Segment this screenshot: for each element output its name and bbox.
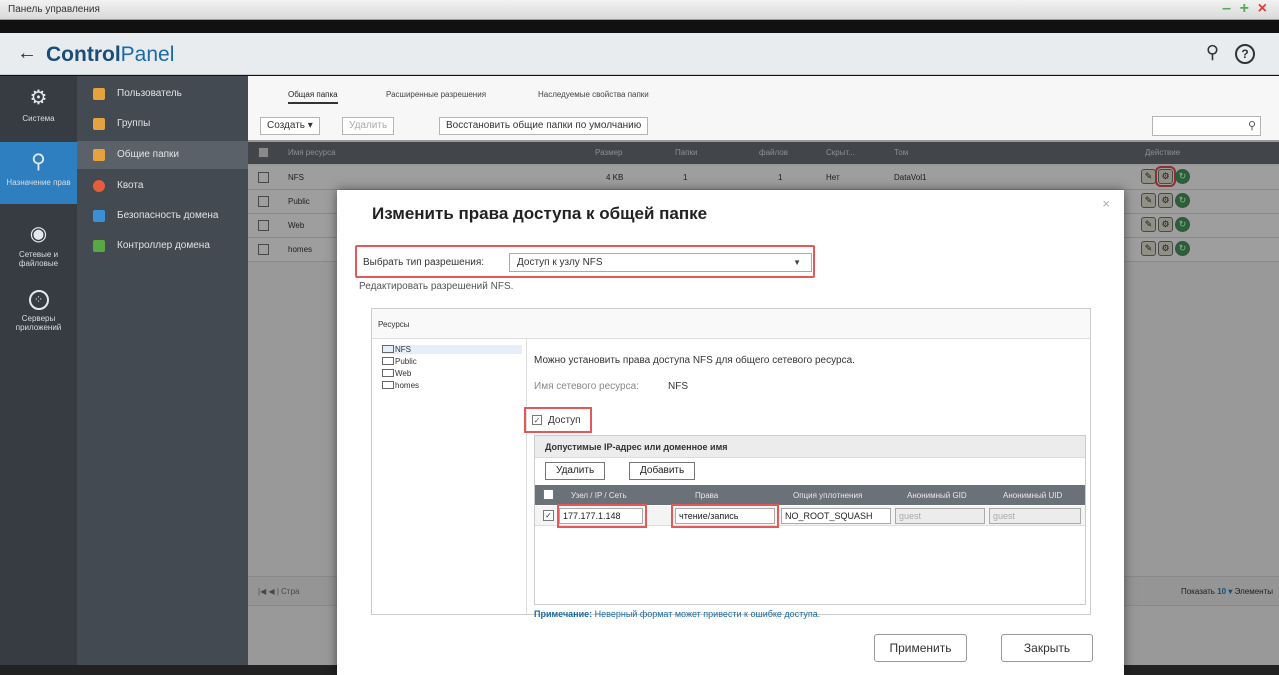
- note-text: Примечание: Неверный формат может привес…: [534, 609, 821, 619]
- restore-defaults-button[interactable]: Восстановить общие папки по умолчанию: [439, 117, 649, 135]
- highlight-ip: [557, 504, 647, 528]
- close-icon[interactable]: ×: [1102, 196, 1110, 211]
- nav-app-servers[interactable]: ⁘ Серверы приложений: [0, 290, 77, 346]
- tab-bar: Общая папка Расширенные разрешения Насле…: [248, 76, 1279, 104]
- help-icon[interactable]: ?: [1235, 44, 1255, 64]
- tree-item[interactable]: NFS: [382, 345, 522, 354]
- host-row-checkbox[interactable]: ✓: [543, 510, 554, 521]
- window-titlebar: Панель управления – + ×: [0, 0, 1279, 20]
- window-title: Панель управления: [8, 4, 100, 15]
- subnav-label: Общие папки: [117, 149, 180, 160]
- user-icon: [93, 88, 105, 100]
- app-brand: ControlPanel: [46, 43, 175, 66]
- apply-button[interactable]: Применить: [874, 634, 967, 662]
- nav-label: Система: [22, 114, 55, 123]
- col-squash: Опция уплотнения: [793, 491, 863, 500]
- nav-privileges[interactable]: ⚲ Назначение прав: [0, 142, 77, 204]
- nav-label: Назначение прав: [6, 178, 71, 187]
- delete-button[interactable]: Удалить: [342, 117, 395, 135]
- nav-network-files[interactable]: ◉ Сетевые и файловые: [0, 222, 77, 278]
- toolbar: Создать ▾ Удалить Восстановить общие пап…: [248, 110, 1279, 138]
- access-label: Доступ: [548, 415, 581, 426]
- subnav-quota[interactable]: Квота: [77, 172, 248, 200]
- resources-panel: Ресурсы NFS Public Web homes Можно устан…: [371, 308, 1091, 619]
- group-icon: [93, 118, 105, 130]
- search-input[interactable]: ⚲: [1152, 116, 1261, 136]
- share-name-value: NFS: [668, 381, 688, 392]
- tree-item[interactable]: Web: [382, 369, 411, 378]
- subnav-label: Квота: [117, 180, 144, 191]
- allowed-ip-header: Допустимые IP-адрес или доменное имя: [535, 436, 1085, 458]
- edit-note: Редактировать разрешений NFS.: [359, 281, 514, 292]
- permission-type-row: Выбрать тип разрешения: Доступ к узлу NF…: [355, 245, 815, 278]
- folder-icon: [93, 149, 105, 161]
- chevron-down-icon: ▼: [793, 258, 801, 267]
- nav-system[interactable]: ⚙ Система: [0, 86, 77, 136]
- user-icon: ⚲: [31, 151, 46, 173]
- add-host-button[interactable]: Добавить: [629, 462, 696, 480]
- subnav-label: Безопасность домена: [117, 210, 219, 221]
- create-button[interactable]: Создать ▾: [260, 117, 320, 135]
- col-host: Узел / IP / Сеть: [571, 491, 627, 500]
- tab-advanced-permissions[interactable]: Расширенные разрешения: [386, 90, 486, 99]
- dialog-title: Изменить права доступа к общей папке: [372, 204, 708, 223]
- subnav-label: Пользователь: [117, 88, 182, 99]
- resources-header: Ресурсы: [372, 309, 1090, 339]
- domain-security-icon: [93, 210, 105, 222]
- folder-icon: [382, 369, 394, 377]
- col-anon-uid: Анонимный UID: [1003, 491, 1063, 500]
- permission-type-label: Выбрать тип разрешения:: [363, 257, 485, 268]
- close-window-icon[interactable]: ×: [1258, 1, 1267, 17]
- gear-icon: ⚙: [29, 87, 48, 109]
- folder-icon: [382, 381, 394, 389]
- hosts-table-header: Узел / IP / Сеть Права Опция уплотнения …: [535, 485, 1085, 505]
- tab-shared-folder[interactable]: Общая папка: [288, 90, 338, 104]
- highlight-rights: [671, 504, 779, 528]
- resource-properties: Можно установить права доступа NFS для о…: [524, 339, 1090, 619]
- anon-gid-field[interactable]: guest: [895, 508, 985, 524]
- globe-icon: ◉: [29, 223, 48, 245]
- tab-inherited-properties[interactable]: Наследуемые свойства папки: [538, 90, 649, 99]
- resource-tree: NFS Public Web homes: [372, 339, 527, 614]
- subnav-shared-folders[interactable]: Общие папки: [77, 141, 248, 169]
- delete-host-button[interactable]: Удалить: [545, 462, 606, 480]
- subnav-domain-security[interactable]: Безопасность домена: [77, 202, 248, 230]
- nav-label: Сетевые и файловые: [18, 250, 59, 268]
- apps-icon: ⁘: [28, 290, 49, 310]
- folder-icon: [382, 357, 394, 365]
- col-rights: Права: [695, 491, 719, 500]
- search-icon[interactable]: ⚲: [1206, 42, 1219, 63]
- folder-icon: [382, 345, 394, 353]
- quota-icon: [93, 180, 105, 192]
- permission-type-select[interactable]: Доступ к узлу NFS ▼: [509, 253, 812, 272]
- app-header: ← ControlPanel ⚲ ?: [0, 33, 1279, 75]
- main-nav: ⚙ Система ⚲ Назначение прав ◉ Сетевые и …: [0, 76, 77, 675]
- search-icon: ⚲: [1247, 120, 1256, 132]
- close-button[interactable]: Закрыть: [1001, 634, 1093, 662]
- subnav-label: Группы: [117, 118, 151, 129]
- back-arrow-icon[interactable]: ←: [17, 42, 37, 65]
- subnav-user[interactable]: Пользователь: [77, 80, 248, 108]
- subnav-groups[interactable]: Группы: [77, 110, 248, 138]
- subnav-domain-controller[interactable]: Контроллер домена: [77, 232, 248, 260]
- tree-item[interactable]: homes: [382, 381, 419, 390]
- access-checkbox-row[interactable]: ✓ Доступ: [524, 407, 592, 433]
- allowed-ip-panel: Допустимые IP-адрес или доменное имя Уда…: [534, 435, 1086, 605]
- nav-label: Серверы приложений: [15, 314, 62, 332]
- minimize-icon[interactable]: –: [1222, 1, 1231, 17]
- tree-item[interactable]: Public: [382, 357, 417, 366]
- share-name-label: Имя сетевого ресурса:: [534, 381, 639, 392]
- sub-nav: Пользователь Группы Общие папки Квота Бе…: [77, 76, 248, 675]
- select-all-hosts-checkbox[interactable]: [543, 489, 554, 500]
- permissions-dialog: Изменить права доступа к общей папке × В…: [337, 190, 1124, 675]
- col-anon-gid: Анонимный GID: [907, 491, 967, 500]
- subnav-label: Контроллер домена: [117, 240, 210, 251]
- squash-field[interactable]: NO_ROOT_SQUASH: [781, 508, 891, 524]
- access-checkbox[interactable]: ✓: [532, 415, 542, 425]
- anon-uid-field[interactable]: guest: [989, 508, 1081, 524]
- maximize-icon[interactable]: +: [1240, 1, 1249, 17]
- domain-controller-icon: [93, 240, 105, 252]
- nfs-description: Можно установить права доступа NFS для о…: [534, 355, 855, 366]
